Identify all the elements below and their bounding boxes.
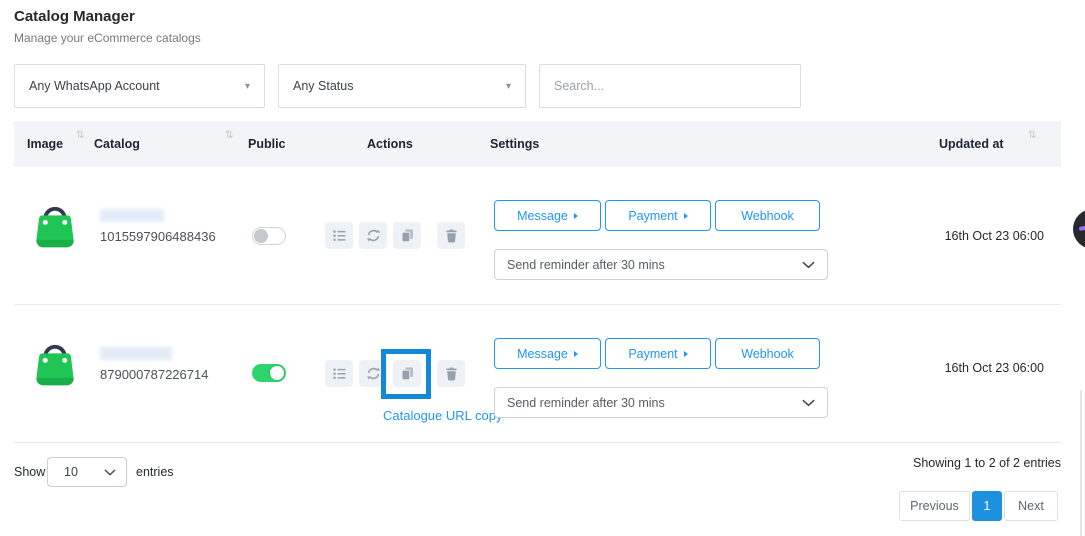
reminder-select[interactable]: Send reminder after 30 mins [494, 387, 828, 418]
caret-down-icon: ▾ [506, 81, 511, 92]
caret-right-icon [684, 213, 688, 219]
refresh-icon [366, 228, 381, 243]
list-icon [332, 228, 347, 243]
catalog-image [29, 336, 81, 388]
catalog-name-redacted [100, 209, 164, 222]
sync-catalog-button[interactable] [359, 222, 387, 249]
payment-button-label: Payment [628, 209, 677, 223]
updated-at: 16th Oct 23 06:00 [898, 361, 1044, 375]
catalog-id: 879000787226714 [100, 367, 208, 382]
toggle-knob [270, 366, 284, 380]
webhook-button-label: Webhook [741, 347, 794, 361]
show-label: Show [14, 465, 45, 479]
column-header-public: Public [248, 137, 286, 151]
catalog-name-redacted [100, 347, 172, 360]
column-header-settings: Settings [490, 137, 539, 151]
status-select-value: Any Status [293, 79, 353, 93]
chevron-down-icon [802, 399, 815, 407]
column-header-updated-at[interactable]: Updated at [939, 137, 1004, 151]
copy-url-button[interactable] [393, 222, 421, 249]
column-header-actions: Actions [367, 137, 413, 151]
column-header-image[interactable]: Image [27, 137, 63, 151]
delete-catalog-button[interactable] [437, 360, 465, 387]
catalog-image [29, 198, 81, 250]
list-icon [332, 366, 347, 381]
message-settings-button[interactable]: Message [494, 338, 601, 369]
next-page-button[interactable]: Next [1004, 491, 1058, 521]
page-subtitle: Manage your eCommerce catalogs [14, 31, 201, 45]
updated-at: 16th Oct 23 06:00 [898, 229, 1044, 243]
caret-down-icon: ▾ [245, 81, 250, 92]
reminder-select-value: Send reminder after 30 mins [507, 396, 665, 410]
column-header-catalog[interactable]: Catalog [94, 137, 140, 151]
caret-right-icon [574, 213, 578, 219]
catalog-manager-page: Catalog Manager Manage your eCommerce ca… [0, 0, 1085, 536]
row-divider [14, 442, 1061, 443]
search-input[interactable] [539, 64, 801, 108]
page-size-value: 10 [64, 465, 78, 479]
sort-icon[interactable]: ⇅ [225, 130, 231, 141]
refresh-icon [366, 366, 381, 381]
page-title: Catalog Manager [14, 8, 135, 25]
annotation-caption: Catalogue URL copy [383, 408, 502, 423]
payment-settings-button[interactable]: Payment [605, 200, 711, 231]
caret-right-icon [574, 351, 578, 357]
webhook-settings-button[interactable]: Webhook [715, 200, 820, 231]
sort-icon[interactable]: ⇅ [1028, 130, 1034, 141]
payment-button-label: Payment [628, 347, 677, 361]
webhook-settings-button[interactable]: Webhook [715, 338, 820, 369]
whatsapp-account-select-value: Any WhatsApp Account [29, 79, 160, 93]
shopping-bag-icon [29, 198, 81, 250]
catalog-id: 1015597906488436 [100, 229, 216, 244]
public-toggle[interactable] [252, 364, 286, 382]
caret-right-icon [684, 351, 688, 357]
shopping-bag-icon [29, 336, 81, 388]
reminder-select[interactable]: Send reminder after 30 mins [494, 249, 828, 280]
toggle-knob [254, 229, 268, 243]
previous-page-button[interactable]: Previous [899, 491, 970, 521]
floating-widget-button[interactable] [1073, 209, 1085, 249]
row-divider [14, 304, 1061, 305]
message-button-label: Message [517, 209, 568, 223]
message-settings-button[interactable]: Message [494, 200, 601, 231]
widget-glyph [1079, 225, 1085, 231]
status-select[interactable]: Any Status ▾ [278, 64, 526, 108]
chevron-down-icon [104, 469, 116, 476]
trash-icon [444, 228, 459, 243]
public-toggle[interactable] [252, 227, 286, 245]
payment-settings-button[interactable]: Payment [605, 338, 711, 369]
sort-icon[interactable]: ⇅ [76, 130, 82, 141]
reminder-select-value: Send reminder after 30 mins [507, 258, 665, 272]
catalog-products-button[interactable] [325, 360, 353, 387]
whatsapp-account-select[interactable]: Any WhatsApp Account ▾ [14, 64, 265, 108]
page-size-select[interactable]: 10 [47, 457, 127, 487]
showing-entries-text: Showing 1 to 2 of 2 entries [861, 456, 1061, 470]
catalog-products-button[interactable] [325, 222, 353, 249]
copy-icon [400, 228, 415, 243]
webhook-button-label: Webhook [741, 209, 794, 223]
chevron-down-icon [802, 261, 815, 269]
page-number-button[interactable]: 1 [972, 491, 1002, 521]
delete-catalog-button[interactable] [437, 222, 465, 249]
message-button-label: Message [517, 347, 568, 361]
scrollbar-edge [1080, 390, 1082, 536]
entries-label: entries [136, 465, 174, 479]
annotation-highlight-box [381, 349, 431, 399]
trash-icon [444, 366, 459, 381]
